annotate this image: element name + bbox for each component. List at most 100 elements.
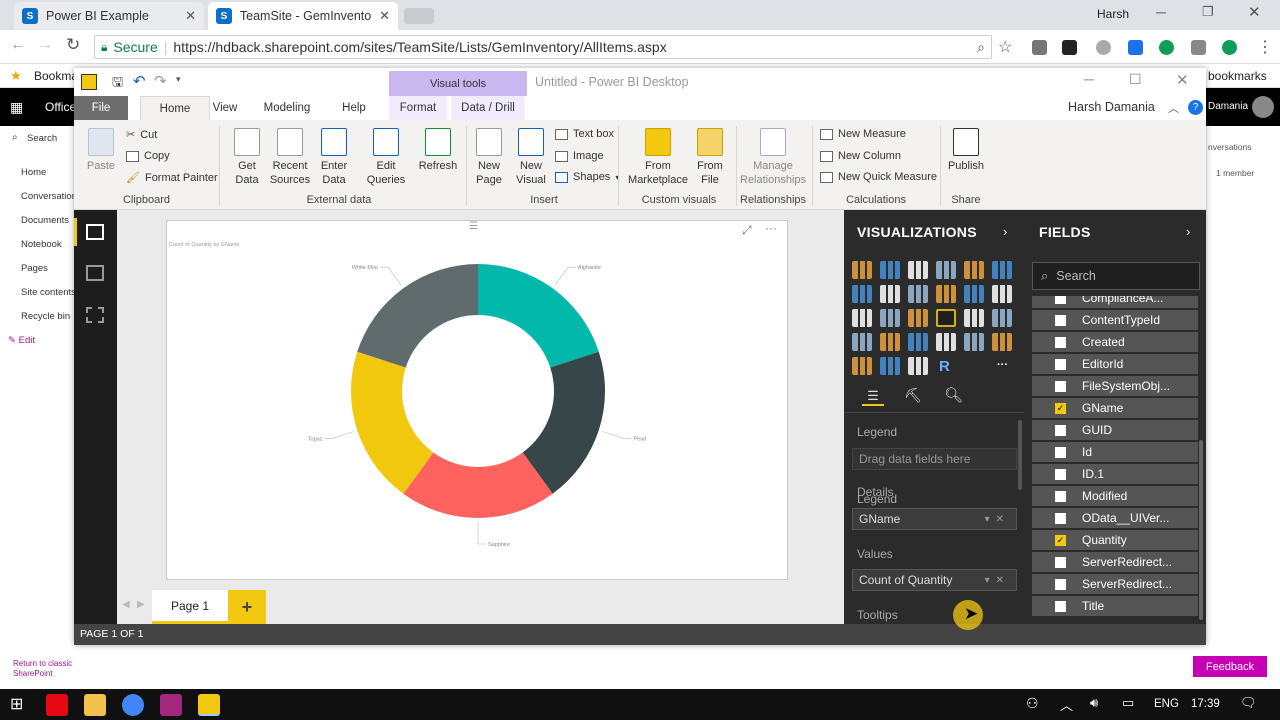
- powerbi-taskbar-icon[interactable]: [198, 694, 220, 716]
- extension-icon[interactable]: [1128, 40, 1143, 55]
- details-field-pill[interactable]: GName ▾✕: [852, 508, 1017, 530]
- field-checkbox[interactable]: [1055, 600, 1066, 612]
- redo-icon[interactable]: ↷: [154, 72, 167, 90]
- field-checkbox[interactable]: [1055, 578, 1066, 590]
- field-checkbox[interactable]: [1055, 358, 1066, 370]
- line-column-visual-icon[interactable]: [936, 285, 956, 303]
- page-tab[interactable]: Page 1: [152, 590, 228, 624]
- app-launcher-icon[interactable]: ▦: [10, 99, 23, 116]
- field-item[interactable]: ServerRedirect...: [1032, 574, 1198, 594]
- chrome-icon[interactable]: [122, 694, 144, 716]
- field-checkbox[interactable]: [1055, 468, 1066, 480]
- field-item[interactable]: ComplianceA...: [1032, 296, 1198, 308]
- field-checkbox[interactable]: ✓: [1055, 534, 1066, 546]
- battery-icon[interactable]: ▭: [1122, 695, 1134, 711]
- refresh-button[interactable]: Refresh: [418, 128, 458, 173]
- field-checkbox[interactable]: ✓: [1055, 402, 1066, 414]
- donut-slice[interactable]: [357, 264, 478, 368]
- recent-sources-button[interactable]: Recent Sources: [267, 128, 313, 187]
- volume-icon[interactable]: 🔊︎: [1090, 695, 1098, 711]
- field-checkbox[interactable]: [1055, 490, 1066, 502]
- 100-column-visual-icon[interactable]: [992, 261, 1012, 279]
- tab-help[interactable]: Help: [336, 96, 372, 120]
- qat-dropdown-icon[interactable]: ▾: [176, 74, 181, 85]
- treemap-visual-icon[interactable]: [964, 309, 984, 327]
- office-label[interactable]: Office: [45, 100, 76, 114]
- ribbon-visual-icon[interactable]: [992, 285, 1012, 303]
- line-visual-icon[interactable]: [852, 285, 872, 303]
- field-item[interactable]: OData__UIVer...: [1032, 508, 1198, 528]
- search-icon[interactable]: ⌕: [12, 132, 18, 143]
- field-item[interactable]: Title: [1032, 596, 1198, 616]
- line-column-2-visual-icon[interactable]: [964, 285, 984, 303]
- donut-slice[interactable]: [478, 264, 599, 368]
- gauge-visual-icon[interactable]: [908, 333, 928, 351]
- people-icon[interactable]: ⚇: [1026, 695, 1039, 712]
- pane-scrollbar[interactable]: [1018, 420, 1022, 490]
- app-icon[interactable]: [160, 694, 182, 716]
- new-measure-button[interactable]: New Measure: [820, 128, 906, 140]
- sp-nav-item[interactable]: Site contents: [21, 287, 74, 298]
- other-bookmarks[interactable]: bookmarks: [1208, 69, 1267, 83]
- relationships-view-icon[interactable]: [86, 307, 104, 323]
- field-pill-controls-icon[interactable]: ▾✕: [985, 514, 1010, 525]
- close-tab-icon[interactable]: ✕: [185, 8, 196, 24]
- tab-modeling[interactable]: Modeling: [256, 96, 318, 120]
- tab-file[interactable]: File: [74, 96, 128, 120]
- browser-tab-active[interactable]: S TeamSite - GemInventor ✕: [208, 2, 398, 30]
- field-item[interactable]: ✓ GName: [1032, 398, 1198, 418]
- stacked-area-visual-icon[interactable]: [908, 285, 928, 303]
- show-hidden-icons[interactable]: ︿: [1060, 695, 1073, 714]
- more-visuals-icon[interactable]: ···: [997, 359, 1008, 371]
- area-visual-icon[interactable]: [880, 285, 900, 303]
- windows-start-icon[interactable]: ⊞: [10, 694, 23, 714]
- profile-name[interactable]: Harsh: [1097, 7, 1129, 21]
- return-classic-link[interactable]: Return to classic SharePoint: [13, 659, 83, 679]
- restore-icon[interactable]: ❐: [1202, 4, 1214, 20]
- field-item[interactable]: ID.1: [1032, 464, 1198, 484]
- slicer-visual-icon[interactable]: [852, 357, 872, 375]
- image-button[interactable]: Image: [555, 150, 604, 162]
- field-checkbox[interactable]: [1055, 296, 1066, 304]
- clock[interactable]: 17:39: [1191, 698, 1220, 710]
- field-checkbox[interactable]: [1055, 512, 1066, 524]
- signed-in-user[interactable]: Harsh Damania: [1068, 100, 1155, 114]
- clustered-column-visual-icon[interactable]: [936, 261, 956, 279]
- maximize-icon[interactable]: ☐: [1129, 71, 1142, 88]
- field-item[interactable]: GUID: [1032, 420, 1198, 440]
- new-tab-button[interactable]: [404, 8, 434, 24]
- new-column-button[interactable]: New Column: [820, 150, 901, 162]
- search-icon[interactable]: ⌕: [977, 39, 985, 56]
- close-window-icon[interactable]: ✕: [1248, 3, 1261, 21]
- save-icon[interactable]: 🖫: [112, 73, 123, 95]
- extension-icon[interactable]: [1191, 40, 1206, 55]
- from-file-button[interactable]: From File: [692, 128, 728, 187]
- new-visual-button[interactable]: New Visual: [514, 128, 548, 187]
- multi-row-card-visual-icon[interactable]: [964, 333, 984, 351]
- back-icon[interactable]: ←: [10, 36, 26, 54]
- sp-nav-item[interactable]: Documents: [21, 215, 69, 226]
- card-visual-icon[interactable]: [936, 333, 956, 351]
- collapse-ribbon-icon[interactable]: ︿: [1168, 100, 1179, 116]
- field-item[interactable]: ServerRedirect...: [1032, 552, 1198, 572]
- sp-nav-item[interactable]: Conversation: [21, 191, 77, 202]
- extension-icon[interactable]: [1096, 40, 1111, 55]
- undo-icon[interactable]: ↶: [133, 72, 146, 90]
- sp-search-label[interactable]: Search: [27, 133, 57, 144]
- fields-scrollbar[interactable]: [1199, 440, 1203, 620]
- forward-icon[interactable]: →: [37, 36, 53, 54]
- text-box-button[interactable]: Text box: [555, 128, 614, 140]
- format-paint-roller-icon[interactable]: ⛏︎: [904, 387, 922, 404]
- donut-visual-icon[interactable]: [936, 309, 956, 327]
- field-checkbox[interactable]: [1055, 424, 1066, 436]
- data-view-icon[interactable]: [86, 265, 104, 281]
- avatar[interactable]: [1252, 96, 1274, 118]
- stacked-bar-visual-icon[interactable]: [852, 261, 872, 279]
- minimize-icon[interactable]: ─: [1084, 71, 1094, 87]
- add-page-button[interactable]: +: [228, 590, 266, 624]
- table-visual-icon[interactable]: [880, 357, 900, 375]
- scatter-visual-icon[interactable]: [880, 309, 900, 327]
- field-item[interactable]: ✓ Quantity: [1032, 530, 1198, 550]
- address-bar[interactable]: 🔒︎ Secure | https://hdback.sharepoint.co…: [94, 35, 992, 59]
- field-checkbox[interactable]: [1055, 314, 1066, 326]
